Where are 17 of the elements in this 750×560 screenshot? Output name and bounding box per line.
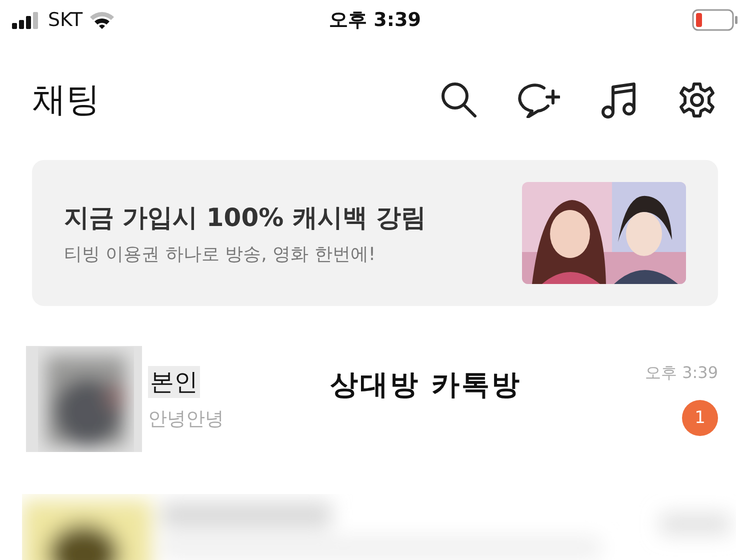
banner-headline: 지금 가입시 100% 캐시백 강림 bbox=[64, 202, 426, 234]
battery-icon bbox=[692, 9, 738, 31]
new-chat-icon[interactable] bbox=[518, 82, 560, 118]
page-title: 채팅 bbox=[32, 79, 100, 122]
chat-name: 본인 bbox=[148, 366, 200, 398]
music-note-icon[interactable] bbox=[600, 81, 638, 119]
message-time: 오후 3:39 bbox=[644, 362, 718, 384]
search-icon[interactable] bbox=[440, 81, 478, 119]
caption-text: 상대방 카톡방 bbox=[330, 367, 522, 403]
carrier-name: SKT bbox=[48, 9, 83, 31]
message-preview: 안녕안녕 bbox=[148, 407, 225, 432]
ad-banner[interactable]: 지금 가입시 100% 캐시백 강림 티빙 이용권 하나로 방송, 영화 한번에! bbox=[32, 160, 718, 306]
banner-subline: 티빙 이용권 하나로 방송, 영화 한번에! bbox=[64, 242, 377, 266]
status-time: 오후 3:39 bbox=[329, 8, 421, 33]
settings-icon[interactable] bbox=[678, 81, 716, 119]
wifi-icon bbox=[88, 11, 115, 29]
unread-count: 1 bbox=[682, 400, 718, 436]
